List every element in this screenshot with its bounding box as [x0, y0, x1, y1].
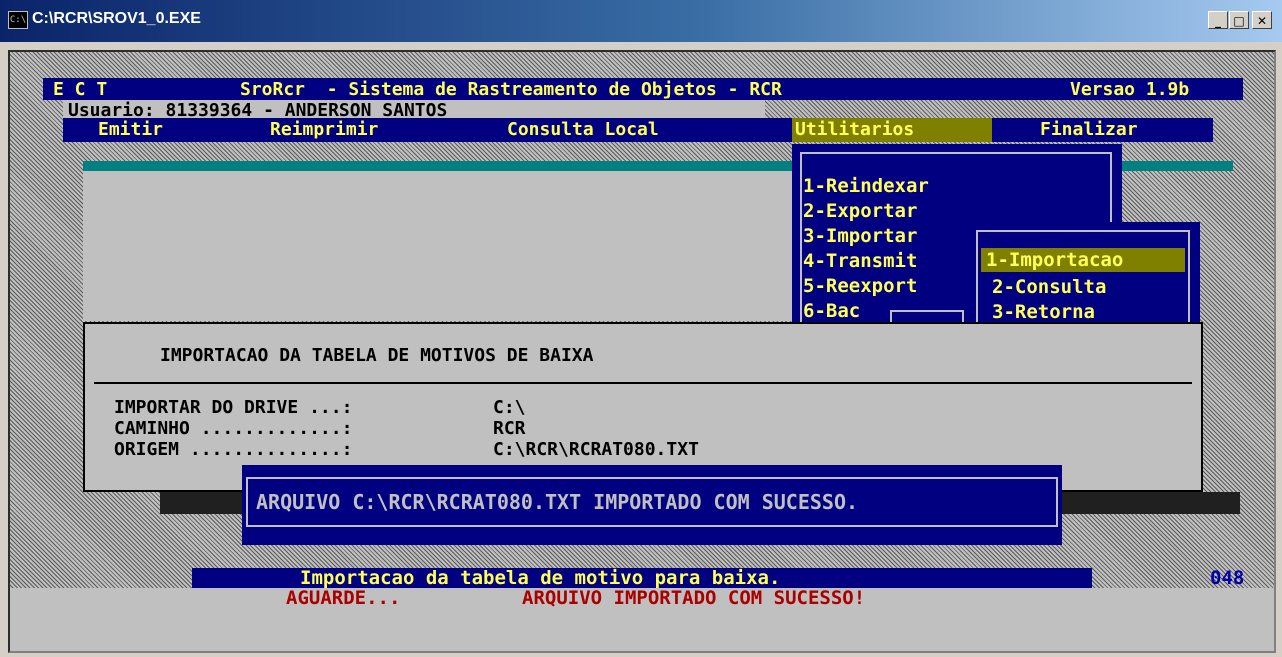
menu-utilitarios[interactable]: Utilitarios	[795, 120, 914, 140]
success-message: ARQUIVO C:\RCR\RCRAT080.TXT IMPORTADO CO…	[256, 490, 859, 514]
caminho-value: RCR	[493, 418, 526, 439]
aguarde-text: AGUARDE...	[286, 587, 401, 609]
drive-value: C:\	[493, 397, 526, 418]
maximize-button[interactable]: □	[1229, 11, 1249, 29]
menu-consulta-local[interactable]: Consulta Local	[507, 120, 659, 140]
menu-item-transmit[interactable]: 4-Transmit	[803, 251, 917, 271]
submenu-item-consulta[interactable]: 2-Consulta	[992, 277, 1106, 297]
header-version: Versao 1.9b	[1070, 79, 1190, 100]
minimize-button[interactable]: _	[1208, 11, 1228, 29]
header-title: SroRcr - Sistema de Rastreamento de Obje…	[240, 79, 782, 100]
dialog-title: IMPORTACAO DA TABELA DE MOTIVOS DE BAIXA	[160, 345, 594, 366]
menu-emitir[interactable]: Emitir	[98, 120, 163, 140]
status-code: 048	[1210, 567, 1245, 589]
menu-item-bac[interactable]: 6-Bac	[803, 301, 860, 321]
work-area	[83, 171, 793, 321]
submenu-item-importacao[interactable]: 1-Importacao	[986, 250, 1123, 270]
header-ect: E C T	[53, 79, 108, 100]
console-frame: E C T SroRcr - Sistema de Rastreamento d…	[8, 50, 1276, 653]
close-button[interactable]: ✕	[1252, 11, 1272, 29]
origem-label: ORIGEM ..............:	[114, 439, 353, 460]
console-screen: E C T SroRcr - Sistema de Rastreamento d…	[10, 52, 1274, 651]
drive-label: IMPORTAR DO DRIVE ...:	[114, 397, 353, 418]
console-app-icon: C:\	[8, 11, 28, 29]
origem-value: C:\RCR\RCRAT080.TXT	[493, 439, 699, 460]
submenu-item-retorna[interactable]: 3-Retorna	[992, 302, 1095, 322]
result-text: ARQUIVO IMPORTADO COM SUCESSO!	[522, 587, 866, 609]
menu-reimprimir[interactable]: Reimprimir	[270, 120, 378, 140]
menu-item-reexport[interactable]: 5-Reexport	[803, 276, 917, 296]
menu-item-exportar[interactable]: 2-Exportar	[803, 201, 917, 221]
menu-item-reindexar[interactable]: 1-Reindexar	[803, 176, 929, 196]
status-text: Importacao da tabela de motivo para baix…	[300, 567, 781, 589]
menu-item-importar[interactable]: 3-Importar	[803, 226, 917, 246]
caminho-label: CAMINHO .............:	[114, 418, 353, 439]
dialog-separator	[94, 382, 1192, 384]
window-title: C:\RCR\SROV1_0.EXE	[32, 10, 201, 27]
menu-finalizar[interactable]: Finalizar	[1040, 120, 1138, 140]
window-titlebar[interactable]: C:\ C:\RCR\SROV1_0.EXE _ □ ✕	[0, 0, 1282, 42]
